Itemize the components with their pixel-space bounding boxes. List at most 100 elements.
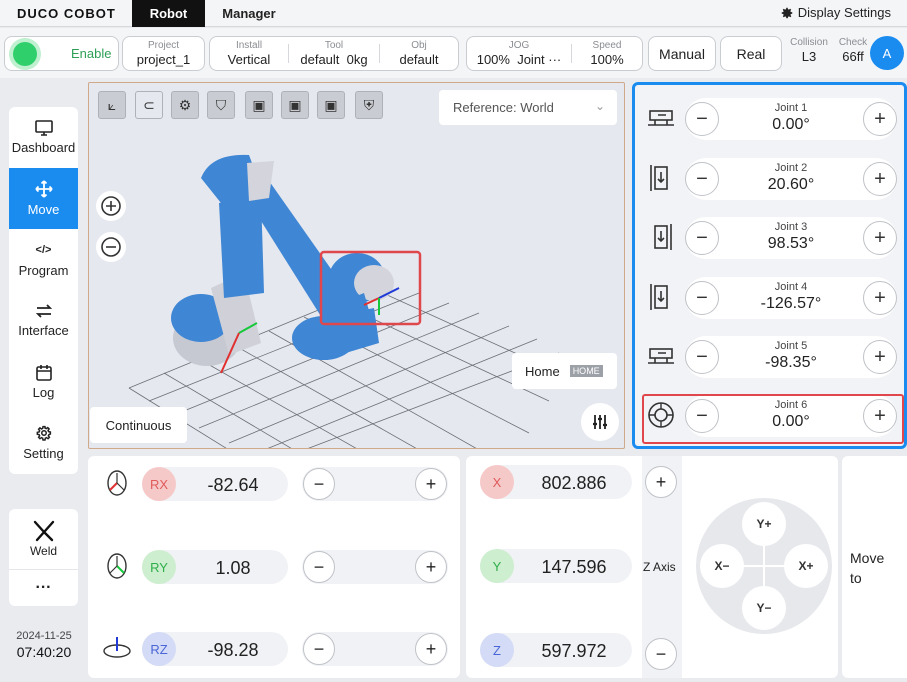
avatar[interactable]: A	[870, 36, 904, 70]
view-path-button[interactable]: ⊂	[135, 91, 163, 119]
position-panel: X 802.886 Y 147.596 Z 597.972 + Z Axis −…	[466, 456, 838, 678]
joint-row: − Joint 1 0.00° +	[641, 90, 899, 146]
ry-value-box[interactable]: RY 1.08	[142, 550, 288, 584]
rx-plus-button[interactable]: +	[415, 468, 447, 500]
y-value: 147.596	[541, 557, 607, 577]
chevron-down-icon: ⌄	[594, 99, 605, 113]
y-badge: Y	[480, 549, 514, 583]
project-label: Project	[147, 39, 180, 51]
sidebar-item-interface[interactable]: Interface	[9, 290, 78, 351]
view-shield-button[interactable]: ⛉	[207, 91, 235, 119]
z-value-box[interactable]: Z 597.972	[480, 633, 632, 667]
adjust-button[interactable]	[581, 403, 619, 441]
time-text: 07:40:20	[16, 644, 72, 660]
more-button[interactable]: ···	[9, 570, 78, 606]
joint-2-plus-button[interactable]: +	[863, 162, 897, 196]
swap-icon	[35, 304, 52, 318]
view-cube-top-button[interactable]: ▣	[317, 91, 345, 119]
collision-value: L3	[801, 49, 817, 64]
tab-robot[interactable]: Robot	[132, 0, 205, 27]
view-cube-side-button[interactable]: ▣	[281, 91, 309, 119]
tool-cell[interactable]: Tool default 0kg	[289, 37, 379, 70]
status-bar: Enable Project project_1 Install Vertica…	[0, 28, 907, 78]
real-button[interactable]: Real	[720, 36, 782, 71]
collision-status[interactable]: Collision L3	[784, 37, 834, 65]
rz-badge: RZ	[142, 632, 176, 666]
y-minus-button[interactable]: Y−	[742, 586, 786, 630]
tool-mass: 0kg	[346, 51, 368, 67]
obj-cell[interactable]: Obj default	[380, 37, 458, 70]
sidebar-item-label: Move	[27, 202, 60, 217]
manual-button[interactable]: Manual	[648, 36, 716, 71]
code-icon: </>	[35, 244, 52, 256]
rx-value-box[interactable]: RX -82.64	[142, 467, 288, 501]
joint-4-plus-button[interactable]: +	[863, 281, 897, 315]
home-button[interactable]: Home HOME	[512, 353, 617, 389]
joint-row: − Joint 4 -126.57° +	[641, 269, 899, 325]
move-to-button[interactable]: Move to	[842, 456, 907, 678]
home-tag: HOME	[569, 365, 603, 377]
z-plus-button[interactable]: +	[645, 466, 677, 498]
rz-rotation-icon	[103, 637, 131, 658]
view-axis-button[interactable]: ⟀	[98, 91, 126, 119]
cube-icon: ▣	[252, 96, 266, 113]
reference-value: Reference: World	[453, 100, 554, 115]
xy-jog-pad: Y+ X− X+ Y−	[696, 498, 832, 634]
move-to-label-2: to	[850, 570, 862, 586]
joint-5-plus-button[interactable]: +	[863, 340, 897, 374]
view-safety-button[interactable]: ⛨	[355, 91, 383, 119]
calendar-icon	[35, 364, 52, 381]
jog-cell[interactable]: JOG 100% Joint ···	[467, 37, 571, 70]
ry-plus-button[interactable]: +	[415, 551, 447, 583]
y-value-box[interactable]: Y 147.596	[480, 549, 632, 583]
x-badge: X	[480, 465, 514, 499]
sidebar-item-move[interactable]: Move	[9, 168, 78, 229]
display-settings-button[interactable]: Display Settings	[780, 5, 891, 20]
zoom-out-button[interactable]	[96, 232, 126, 262]
jog-speed-group[interactable]: JOG 100% Joint ··· Speed 100%	[466, 36, 643, 71]
z-value: 597.972	[541, 641, 607, 661]
rz-stepper: − +	[302, 632, 448, 666]
x-plus-button[interactable]: X+	[784, 544, 828, 588]
joint-4-icon	[650, 284, 668, 310]
z-axis-label: Z Axis	[643, 560, 676, 574]
joint-row: − Joint 3 98.53° +	[641, 209, 899, 265]
speed-cell[interactable]: Speed 100%	[572, 37, 642, 70]
check-status[interactable]: Check 66ff	[834, 37, 872, 65]
weld-button[interactable]: Weld	[9, 509, 78, 570]
install-cell[interactable]: Install Vertical	[210, 37, 288, 70]
ry-value: 1.08	[215, 558, 251, 578]
ry-badge: RY	[142, 550, 176, 584]
sidebar-item-log[interactable]: Log	[9, 351, 78, 412]
sidebar-item-program[interactable]: </> Program	[9, 229, 78, 290]
rz-plus-button[interactable]: +	[415, 633, 447, 665]
tab-manager[interactable]: Manager	[214, 0, 284, 27]
joint-3-plus-button[interactable]: +	[863, 221, 897, 255]
jog-label: JOG	[508, 39, 530, 51]
zoom-in-button[interactable]	[96, 191, 126, 221]
robot-3d-viewport[interactable]: ⟀ ⊂ ⚙ ⛉ ▣ ▣ ▣ ⛨ Reference: World ⌄ Home …	[88, 82, 625, 449]
sidebar-item-dashboard[interactable]: Dashboard	[9, 107, 78, 168]
y-plus-button[interactable]: Y+	[742, 502, 786, 546]
project-selector[interactable]: Project project_1	[122, 36, 205, 71]
rx-stepper: − +	[302, 467, 448, 501]
gear-icon	[781, 7, 793, 18]
ry-minus-button[interactable]: −	[303, 551, 335, 583]
rz-value-box[interactable]: RZ -98.28	[142, 632, 288, 666]
ry-rotation-icon	[107, 553, 127, 579]
x-minus-button[interactable]: X−	[700, 544, 744, 588]
view-cube-front-button[interactable]: ▣	[245, 91, 273, 119]
rz-minus-button[interactable]: −	[303, 633, 335, 665]
joint-1-plus-button[interactable]: +	[863, 102, 897, 136]
continuous-button[interactable]: Continuous	[90, 407, 187, 443]
z-minus-button[interactable]: −	[645, 638, 677, 670]
install-tool-obj-group[interactable]: Install Vertical Tool default 0kg Obj de…	[209, 36, 459, 71]
reference-select[interactable]: Reference: World ⌄	[439, 90, 617, 125]
rx-minus-button[interactable]: −	[303, 468, 335, 500]
enable-button[interactable]: Enable	[4, 36, 119, 71]
sidebar-item-label: Program	[18, 263, 69, 278]
x-value-box[interactable]: X 802.886	[480, 465, 632, 499]
sidebar-item-setting[interactable]: Setting	[9, 412, 78, 473]
view-robot-button[interactable]: ⚙	[171, 91, 199, 119]
joint-5-control: − Joint 5 -98.35° +	[685, 336, 897, 378]
